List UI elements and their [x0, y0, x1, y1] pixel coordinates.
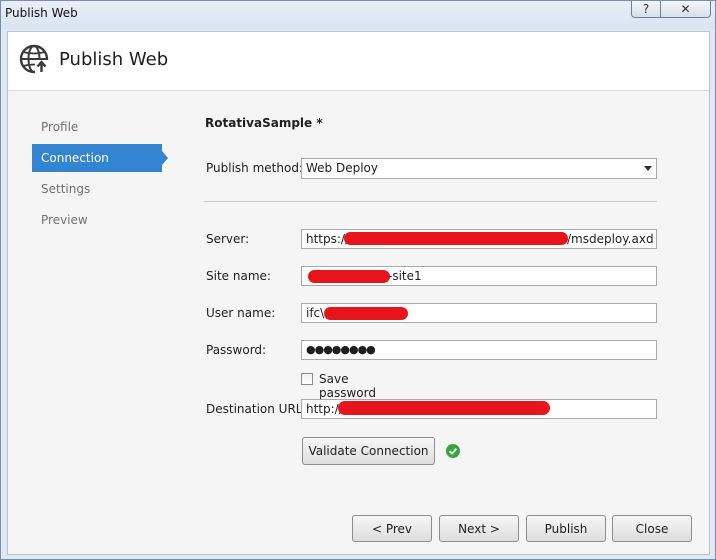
nav-item-settings[interactable]: Settings	[32, 175, 154, 203]
publish-web-dialog: Publish Web ? ✕ Publish Web Profile Conn…	[0, 0, 716, 560]
checkmark-success-icon	[446, 444, 460, 458]
user-name-prefix: ifc\	[306, 306, 325, 320]
site-name-suffix: -site1	[388, 269, 422, 283]
close-button-label: Close	[635, 521, 669, 536]
redaction-mark	[338, 401, 550, 415]
nav-item-label: Preview	[41, 213, 88, 227]
user-name-label: User name:	[206, 306, 276, 320]
publish-method-value: Web Deploy	[306, 161, 378, 175]
wizard-nav: Profile Connection Settings Preview	[32, 113, 172, 237]
validate-connection-button[interactable]: Validate Connection	[302, 437, 435, 465]
dialog-content: Publish Web Profile Connection Settings …	[7, 31, 710, 555]
help-button[interactable]: ?	[631, 1, 661, 18]
header-title: Publish Web	[59, 49, 169, 70]
help-icon: ?	[642, 2, 650, 16]
globe-publish-icon	[19, 44, 49, 74]
password-input[interactable]: ●●●●●●●●	[301, 340, 657, 360]
next-button[interactable]: Next >	[439, 515, 519, 542]
next-button-label: Next >	[458, 521, 500, 536]
redaction-mark	[324, 307, 408, 320]
nav-item-label: Profile	[41, 120, 79, 134]
save-password-checkbox[interactable]	[301, 373, 313, 385]
window-title: Publish Web	[5, 6, 78, 20]
redaction-mark	[308, 270, 390, 283]
site-name-label: Site name:	[206, 269, 271, 283]
nav-item-label: Connection	[41, 151, 109, 165]
close-window-button[interactable]: ✕	[661, 1, 711, 18]
nav-item-label: Settings	[41, 182, 91, 196]
window-controls: ? ✕	[631, 1, 711, 18]
nav-item-preview[interactable]: Preview	[32, 206, 154, 234]
chevron-down-icon	[644, 166, 652, 171]
wizard-body: Profile Connection Settings Preview Rota…	[8, 91, 709, 554]
password-value: ●●●●●●●●	[306, 343, 376, 356]
nav-item-connection[interactable]: Connection	[32, 144, 168, 172]
redaction-mark	[344, 232, 568, 245]
server-label: Server:	[206, 232, 250, 246]
site-name-input[interactable]: -site1	[301, 266, 657, 286]
prev-button[interactable]: < Prev	[352, 515, 432, 542]
password-label: Password:	[206, 343, 267, 357]
profile-name: RotativaSample *	[205, 116, 323, 130]
close-icon: ✕	[680, 2, 691, 16]
destination-url-label: Destination URL:	[206, 402, 307, 416]
server-suffix: /msdeploy.axd	[567, 232, 654, 246]
publish-button[interactable]: Publish	[526, 515, 606, 542]
nav-item-profile[interactable]: Profile	[32, 113, 154, 141]
user-name-input[interactable]: ifc\	[301, 303, 657, 323]
divider	[204, 201, 657, 202]
server-input[interactable]: https:// /msdeploy.axd	[301, 229, 657, 249]
prev-button-label: < Prev	[371, 521, 413, 536]
dialog-header: Publish Web	[8, 32, 709, 91]
title-bar[interactable]: Publish Web ? ✕	[1, 1, 715, 29]
publish-button-label: Publish	[544, 521, 588, 536]
publish-method-select[interactable]: Web Deploy	[301, 158, 657, 179]
publish-method-label: Publish method:	[206, 161, 303, 175]
validate-connection-label: Validate Connection	[308, 444, 429, 458]
destination-url-input[interactable]: http://	[301, 399, 657, 419]
server-prefix: https://	[306, 232, 350, 246]
save-password-label[interactable]: Save password	[319, 372, 376, 400]
close-button[interactable]: Close	[612, 515, 692, 542]
